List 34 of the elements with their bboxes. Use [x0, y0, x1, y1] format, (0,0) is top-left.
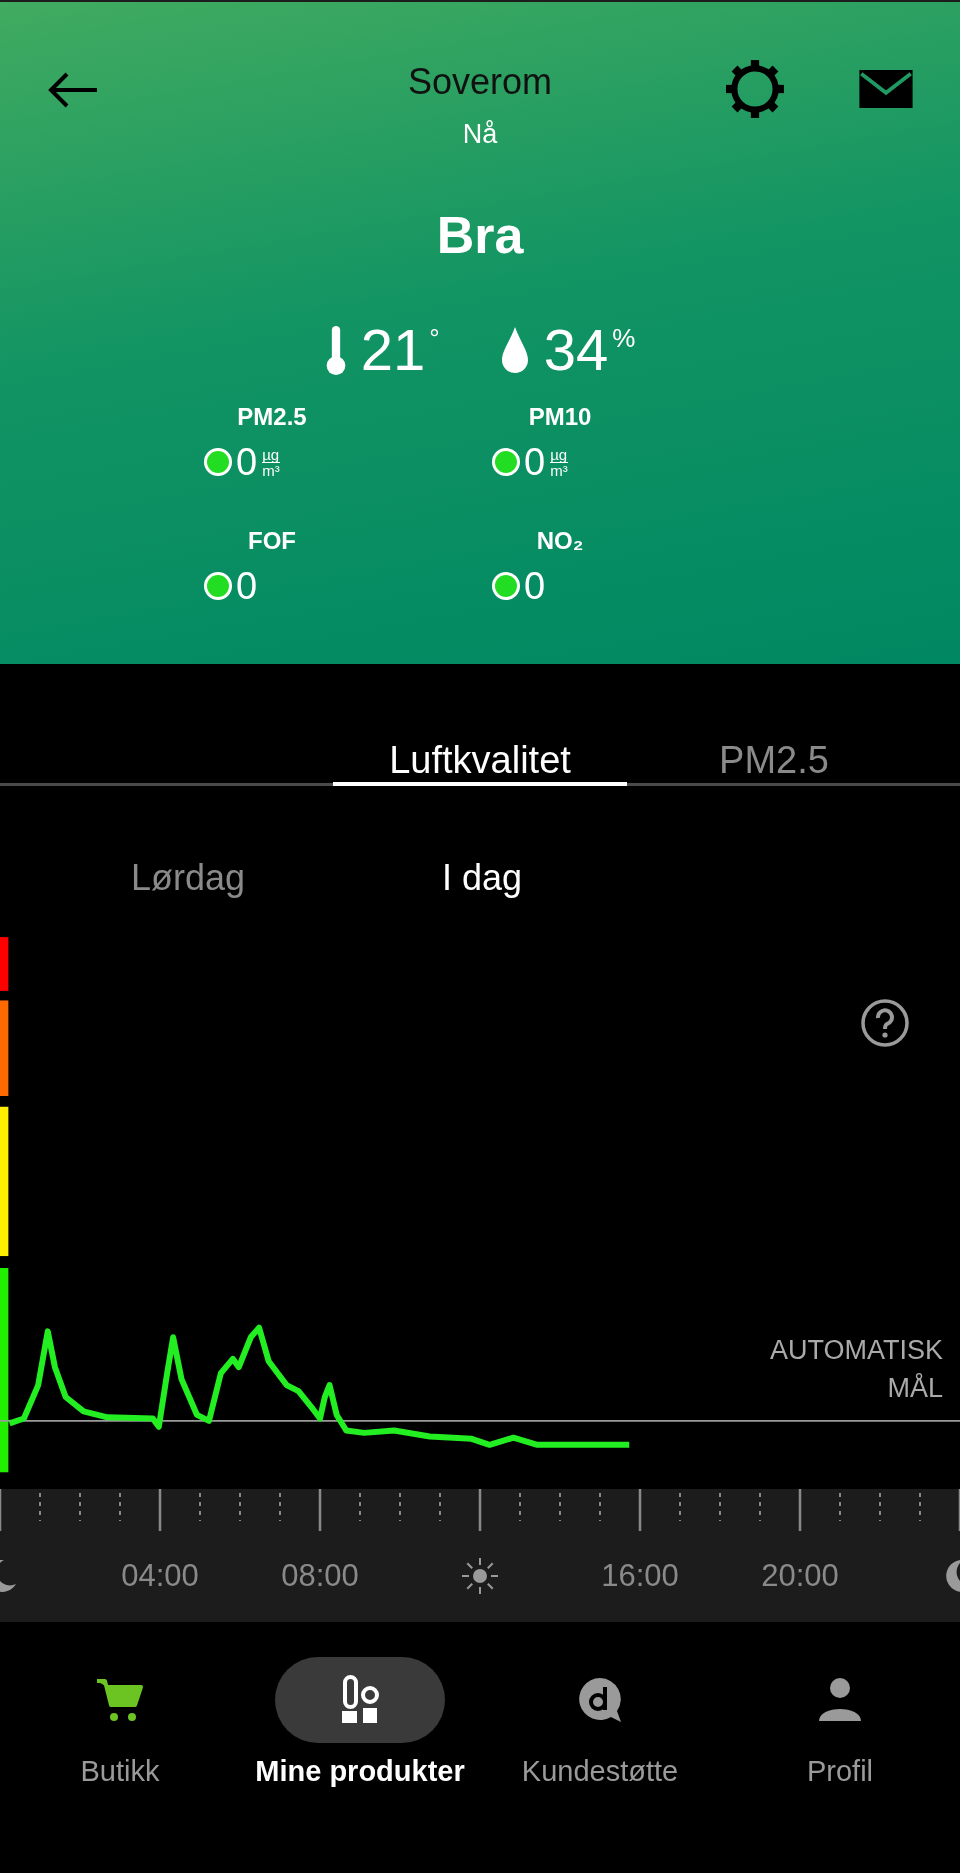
nav-item[interactable]: Kundestøtte	[480, 1622, 720, 1837]
tab[interactable]: PM2.5	[627, 696, 921, 786]
time-label: 08:00	[281, 1557, 359, 1595]
sensor-value: 0	[236, 564, 258, 608]
thermometer-icon	[324, 324, 347, 376]
day-tab[interactable]: Lørdag	[41, 852, 335, 904]
time-label: Nå	[462, 119, 498, 149]
reading-unit: %	[612, 323, 636, 354]
sensor-value: 0	[236, 440, 258, 484]
sensor-label: PM2.5	[237, 403, 307, 431]
target-label: AUTOMATISK MÅL	[769, 1334, 943, 1405]
settings-icon[interactable]	[724, 58, 786, 120]
air-quality-status: Bra	[436, 205, 524, 265]
reading-unit: °	[429, 323, 440, 354]
mail-icon[interactable]	[858, 70, 914, 108]
sensor-value: 0	[524, 440, 546, 484]
reading-value: 34	[543, 317, 609, 383]
reading-value: 21	[360, 317, 426, 383]
nav-item[interactable]: Mine produkter	[240, 1622, 480, 1837]
sensor-label: NO₂	[536, 527, 584, 555]
sensor-value: 0	[524, 564, 546, 608]
tab[interactable]: Luftkvalitet	[333, 696, 627, 786]
time-label: 04:00	[121, 1557, 199, 1595]
nav-item[interactable]: Profil	[720, 1622, 960, 1837]
sun-icon	[460, 1556, 500, 1596]
sensor-label: FOF	[248, 527, 296, 555]
nav-item[interactable]: Butikk	[0, 1622, 240, 1837]
day-tab[interactable]: I dag	[335, 852, 629, 904]
time-label: 20:00	[761, 1557, 839, 1595]
sensor-label: PM10	[528, 403, 592, 431]
room-title: Soverom	[407, 60, 553, 104]
help-icon[interactable]	[860, 998, 910, 1048]
time-label: 16:00	[601, 1557, 679, 1595]
back-icon[interactable]	[46, 70, 100, 110]
